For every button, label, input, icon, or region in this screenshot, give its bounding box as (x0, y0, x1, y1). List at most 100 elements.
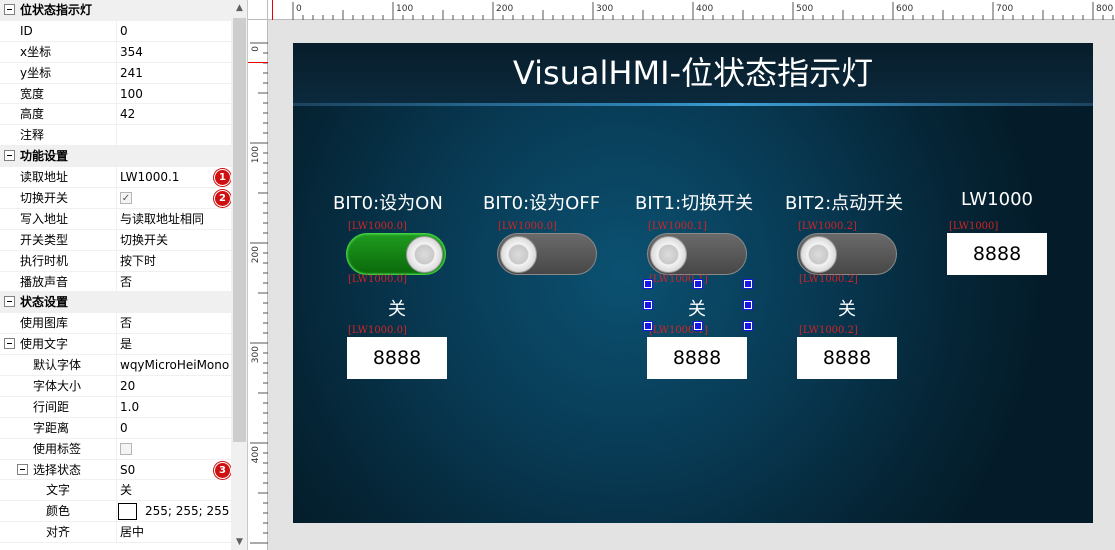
property-category[interactable]: 位状态指示灯 (0, 0, 231, 21)
property-label: 使用文字 (20, 337, 69, 352)
property-label: 高度 (20, 107, 45, 122)
property-row[interactable]: 默认字体 wqyMicroHeiMono (0, 355, 231, 377)
ruler-label: 300 (596, 4, 613, 14)
switch-address-tag: [LW1000.0] (498, 221, 557, 232)
scrollbar-thumb[interactable] (233, 18, 246, 442)
column-divider (116, 396, 117, 417)
property-row[interactable]: 字体大小 20 (0, 376, 231, 397)
resize-handle[interactable] (643, 279, 653, 289)
property-row[interactable]: 文字 关 (0, 480, 231, 502)
numeric-display-bit0[interactable]: 8888 (347, 337, 447, 379)
property-value[interactable]: 否 (120, 272, 231, 292)
property-row[interactable]: ID 0 (0, 20, 231, 42)
switch-address-tag: [LW1000.0] (348, 221, 407, 232)
column-divider (116, 459, 117, 480)
property-row[interactable]: 选择状态 S0 3 (0, 459, 231, 481)
property-label: 文字 (46, 483, 71, 498)
property-row[interactable]: 写入地址 与读取地址相同 (0, 208, 231, 230)
resize-handle[interactable] (743, 300, 753, 310)
property-category[interactable]: 状态设置 (0, 292, 231, 314)
toggle-switch-bit0-on[interactable] (346, 233, 446, 275)
property-value[interactable]: 1.0 (120, 397, 231, 417)
resize-handle[interactable] (693, 321, 703, 331)
scroll-up-icon[interactable]: ▲ (235, 4, 244, 13)
property-value[interactable] (120, 125, 231, 145)
property-row[interactable]: 播放声音 否 (0, 271, 231, 293)
property-row[interactable]: 注释 (0, 125, 231, 147)
property-row[interactable]: 开关类型 切换开关 (0, 229, 231, 251)
resize-handle[interactable] (643, 300, 653, 310)
collapse-icon[interactable] (4, 338, 15, 350)
column-divider (116, 355, 117, 376)
label-bit0-on[interactable]: BIT0:设为ON (333, 189, 463, 215)
collapse-icon[interactable] (4, 150, 15, 162)
property-row[interactable]: x坐标 354 (0, 41, 231, 63)
toggle-switch-bit0-off[interactable] (497, 233, 597, 275)
label-bit0-off[interactable]: BIT0:设为OFF (483, 189, 613, 215)
label-bit2-momentary[interactable]: BIT2:点动开关 (785, 189, 915, 215)
numeric-display-lw1000[interactable]: 8888 (947, 233, 1047, 275)
property-value[interactable]: 按下时 (120, 251, 231, 271)
property-value[interactable]: wqyMicroHeiMono (120, 355, 231, 375)
property-row[interactable]: y坐标 241 (0, 62, 231, 84)
property-row[interactable]: 切换开关 ✓ 2 (0, 188, 231, 209)
toggle-switch-bit1[interactable] (647, 233, 747, 275)
collapse-icon[interactable] (4, 296, 15, 308)
column-divider (116, 83, 117, 104)
property-checkbox[interactable]: ✓ (120, 192, 132, 205)
property-value[interactable]: 居中 (120, 522, 231, 542)
property-label: 位状态指示灯 (20, 3, 93, 17)
property-row[interactable]: 使用图库 否 (0, 313, 231, 335)
ruler-label: 300 (251, 346, 261, 363)
scroll-down-icon[interactable]: ▼ (235, 538, 244, 547)
color-swatch[interactable] (118, 503, 137, 521)
state-text-bit1-selected[interactable]: 关 (647, 295, 747, 321)
property-row[interactable]: 执行时机 按下时 (0, 250, 231, 272)
property-row[interactable]: 高度 42 (0, 104, 231, 126)
collapse-icon[interactable] (4, 4, 15, 15)
numeric-display-bit2[interactable]: 8888 (797, 337, 897, 379)
property-value[interactable]: 关 (120, 480, 231, 500)
designer-surface[interactable]: 0 100 200 300 400 500 600 700 800 0 100 200 300 400 … (248, 0, 1115, 550)
text-address-tag: [LW1000.0] (348, 274, 407, 285)
column-divider (116, 271, 117, 292)
property-row[interactable]: 行间距 1.0 (0, 396, 231, 418)
label-lw1000[interactable]: LW1000 (947, 189, 1047, 210)
property-row[interactable]: 对齐 居中 (0, 522, 231, 544)
property-value[interactable]: 100 (120, 84, 231, 104)
property-row[interactable]: 读取地址 LW1000.1 1 (0, 167, 231, 189)
property-scrollbar[interactable]: ▲ ▼ (231, 0, 247, 550)
property-row[interactable]: 宽度 100 (0, 83, 231, 105)
property-value[interactable]: 354 (120, 42, 231, 62)
property-value[interactable]: 0 (120, 418, 231, 438)
property-value[interactable]: 20 (120, 376, 231, 396)
numeric-display-bit1[interactable]: 8888 (647, 337, 747, 379)
property-value[interactable]: 是 (120, 334, 231, 354)
property-checkbox[interactable] (120, 442, 132, 455)
collapse-icon[interactable] (17, 463, 28, 475)
property-label: 使用图库 (20, 316, 69, 331)
property-row[interactable]: 字距离 0 (0, 417, 231, 439)
resize-handle[interactable] (643, 321, 653, 331)
property-value[interactable]: 0 (120, 21, 231, 41)
label-bit1-toggle[interactable]: BIT1:切换开关 (635, 189, 765, 215)
property-value[interactable]: 241 (120, 63, 231, 83)
property-value[interactable]: 42 (120, 104, 231, 124)
hmi-screen-canvas[interactable]: VisualHMI-位状态指示灯 BIT0:设为ON [LW1000.0] [L… (293, 43, 1093, 523)
property-row[interactable]: 使用标签 (0, 438, 231, 460)
screen-title[interactable]: VisualHMI-位状态指示灯 (293, 43, 1093, 103)
resize-handle[interactable] (743, 321, 753, 331)
title-underline (293, 103, 1093, 106)
property-category[interactable]: 功能设置 (0, 146, 231, 168)
property-value[interactable]: 255; 255; 255 (145, 501, 231, 521)
property-row[interactable]: 颜色 255; 255; 255 (0, 501, 231, 523)
resize-handle[interactable] (693, 279, 703, 289)
property-value[interactable]: 切换开关 (120, 230, 231, 250)
property-value[interactable]: 否 (120, 313, 231, 333)
resize-handle[interactable] (743, 279, 753, 289)
property-row[interactable]: 使用文字 是 (0, 334, 231, 356)
state-text-bit0[interactable]: 关 (347, 295, 447, 321)
property-value[interactable]: 与读取地址相同 (120, 209, 231, 229)
state-text-bit2[interactable]: 关 (797, 295, 897, 321)
toggle-switch-bit2[interactable] (797, 233, 897, 275)
